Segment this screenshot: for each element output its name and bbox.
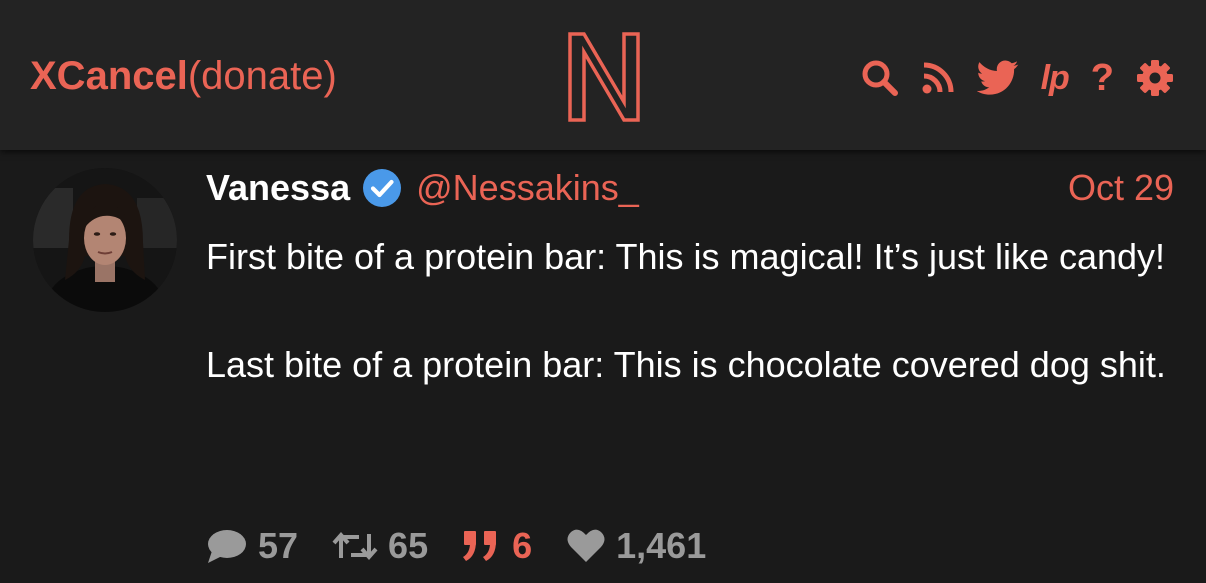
n-logo-icon bbox=[568, 32, 640, 122]
top-nav-bar: XCancel(donate) lp ? bbox=[0, 0, 1206, 150]
liberapay-icon[interactable]: lp bbox=[1041, 56, 1070, 100]
gear-icon[interactable] bbox=[1136, 56, 1174, 100]
heart-icon bbox=[567, 529, 605, 562]
retweet-icon bbox=[332, 531, 378, 561]
retweet-stat[interactable]: 65 bbox=[332, 525, 428, 567]
help-icon[interactable]: ? bbox=[1091, 56, 1114, 100]
quote-stat[interactable]: 6 bbox=[462, 525, 532, 567]
donate-link[interactable]: (donate) bbox=[188, 54, 337, 98]
rss-icon[interactable] bbox=[921, 56, 955, 100]
tweet-date[interactable]: Oct 29 bbox=[1068, 168, 1174, 208]
search-icon[interactable] bbox=[861, 56, 899, 100]
avatar[interactable] bbox=[33, 168, 177, 312]
tweet-paragraph: Last bite of a protein bar: This is choc… bbox=[206, 344, 1166, 385]
nav-icons: lp ? bbox=[861, 56, 1174, 100]
tweet-header: Vanessa @Nessakins_ bbox=[206, 167, 639, 209]
quote-icon bbox=[463, 531, 497, 561]
comment-icon bbox=[208, 530, 246, 563]
author-username[interactable]: @Nessakins_ bbox=[416, 167, 639, 209]
quote-count: 6 bbox=[512, 525, 533, 566]
author-fullname[interactable]: Vanessa bbox=[206, 167, 350, 209]
retweet-count: 65 bbox=[388, 525, 429, 566]
tweet-paragraph: First bite of a protein bar: This is mag… bbox=[206, 236, 1166, 277]
verified-badge-icon bbox=[362, 168, 402, 208]
avatar-photo bbox=[33, 168, 177, 312]
brand: XCancel(donate) bbox=[30, 52, 337, 100]
reply-stat[interactable]: 57 bbox=[206, 525, 298, 567]
home-link[interactable]: XCancel bbox=[30, 54, 188, 98]
twitter-bird-icon[interactable] bbox=[976, 56, 1019, 100]
tweet-content: First bite of a protein bar: This is mag… bbox=[206, 230, 1166, 392]
tweet-stats: 57 65 6 1,461 bbox=[206, 525, 740, 567]
reply-count: 57 bbox=[258, 525, 299, 566]
nitter-logo[interactable] bbox=[566, 30, 642, 124]
like-count: 1,461 bbox=[616, 525, 707, 566]
tweet: Vanessa @Nessakins_ Oct 29 First bite of… bbox=[0, 150, 1206, 583]
like-stat[interactable]: 1,461 bbox=[566, 525, 706, 567]
